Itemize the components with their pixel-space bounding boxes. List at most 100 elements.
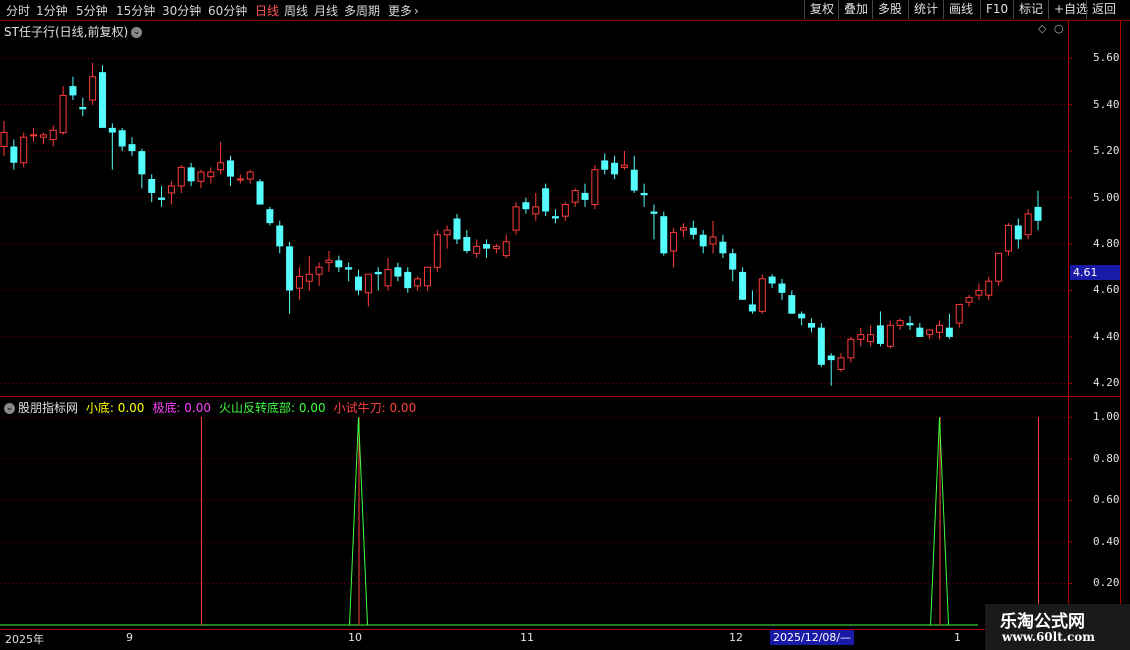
indicator-tick-label: 0.40: [1093, 534, 1120, 548]
candle-body: [660, 216, 668, 254]
candle-body: [768, 276, 776, 284]
candle-body: [906, 323, 914, 326]
candle-body: [79, 107, 87, 110]
indicator-tick-label: 0.60: [1093, 493, 1120, 507]
candle-body: [689, 227, 697, 235]
candle-body: [995, 252, 1003, 282]
candle-body: [620, 164, 628, 168]
candle-body: [896, 320, 904, 326]
candle-body: [453, 218, 461, 240]
candle-body: [69, 86, 77, 96]
indicator-item-value: 0.00: [113, 401, 145, 415]
candle-body: [502, 241, 510, 257]
date-label-nov: 11: [520, 631, 534, 644]
candle-body: [30, 134, 38, 137]
price-tick-label: 4.40: [1093, 329, 1120, 343]
candle-body: [433, 234, 441, 268]
candle-body: [630, 169, 638, 191]
stock-title: ST任子行(日线,前复权) ⌄: [4, 23, 143, 40]
candle-body: [138, 151, 146, 175]
candle-body: [276, 225, 284, 247]
candle-body: [571, 190, 579, 203]
candle-body: [20, 136, 28, 164]
price-tick-label: 4.60: [1093, 283, 1120, 297]
candle-body: [876, 325, 884, 344]
indicator-item: 极底: 0.00: [152, 401, 215, 415]
candle-body: [817, 327, 825, 365]
diamond-icon[interactable]: ◇: [1038, 22, 1046, 35]
candle-body: [266, 209, 274, 224]
candle-body: [49, 129, 57, 141]
candle-body: [857, 334, 865, 340]
candle-body: [59, 94, 67, 134]
indicator-item-value: 0.00: [180, 401, 212, 415]
current-price-tag: 4.61: [1070, 265, 1120, 280]
candle-body: [492, 245, 500, 250]
date-label-sep: 9: [126, 631, 133, 644]
candle-body: [345, 267, 353, 270]
indicator-item-value: 0.00: [385, 401, 417, 415]
candle-body: [128, 144, 136, 152]
indicator-item-value: 0.00: [295, 401, 326, 415]
chart-frame: [0, 20, 1130, 645]
candle-body: [847, 338, 855, 359]
candle-body: [246, 171, 254, 180]
candle-body: [611, 162, 619, 175]
watermark-url: www.60lt.com: [1002, 630, 1095, 644]
candle-body: [955, 303, 963, 324]
candle-body: [197, 171, 205, 182]
candle-body: [187, 167, 195, 182]
candle-body: [985, 280, 993, 296]
candle-body: [108, 127, 116, 133]
watermark-title: 乐淘公式网: [1000, 612, 1085, 632]
candle-body: [739, 271, 747, 300]
date-label-jan: 1: [954, 631, 961, 644]
candle-body: [798, 313, 806, 319]
candle-body: [542, 188, 550, 212]
date-label-dec: 12: [729, 631, 743, 644]
candle-body: [650, 211, 658, 214]
candle-body: [414, 278, 422, 287]
candle-body: [601, 160, 609, 170]
kline-chart[interactable]: [0, 0, 1130, 650]
candlestick-series: [0, 62, 1042, 386]
indicator-item: 小底: 0.00: [86, 401, 149, 415]
candle-body: [532, 206, 540, 215]
indicator-items: 小底: 0.00 极底: 0.00 火山反转底部: 0.00 小试牛刀: 0.00: [86, 401, 424, 415]
indicator-item-label: 小底:: [85, 401, 114, 415]
indicator-item: 小试牛刀: 0.00: [334, 401, 421, 415]
date-label-year: 2025年: [5, 633, 44, 646]
chart-grid: [0, 57, 1072, 584]
cursor-date: 2025/12/08/—: [770, 630, 855, 645]
candle-body: [236, 178, 244, 181]
side-panel-strip[interactable]: [1121, 20, 1130, 630]
candle-body: [295, 276, 303, 289]
candle-body: [256, 181, 264, 205]
candle-body: [217, 162, 225, 171]
chevron-down-icon[interactable]: ⌄: [4, 403, 15, 414]
gear-icon[interactable]: ○: [1054, 22, 1064, 35]
candle-body: [827, 355, 835, 361]
candle-body: [374, 271, 382, 275]
candle-body: [916, 327, 924, 337]
chevron-down-icon[interactable]: ⌄: [131, 27, 143, 38]
candle-body: [788, 295, 796, 314]
candle-body: [965, 296, 973, 303]
candle-body: [305, 273, 313, 282]
candle-body: [679, 227, 687, 231]
candle-body: [699, 234, 707, 247]
candle-body: [364, 273, 372, 294]
candle-body: [886, 324, 894, 347]
candle-body: [975, 289, 983, 296]
price-tick-label: 5.20: [1093, 144, 1120, 158]
candle-body: [335, 260, 343, 268]
candle-body: [926, 329, 934, 336]
candle-body: [167, 185, 175, 194]
candle-body: [709, 236, 717, 245]
candle-body: [325, 259, 333, 264]
price-tick-label: 5.40: [1093, 97, 1120, 111]
candle-body: [1004, 224, 1012, 252]
stock-title-text: ST任子行(日线,前复权): [4, 25, 129, 39]
candle-body: [758, 278, 766, 312]
candle-body: [1024, 213, 1032, 236]
